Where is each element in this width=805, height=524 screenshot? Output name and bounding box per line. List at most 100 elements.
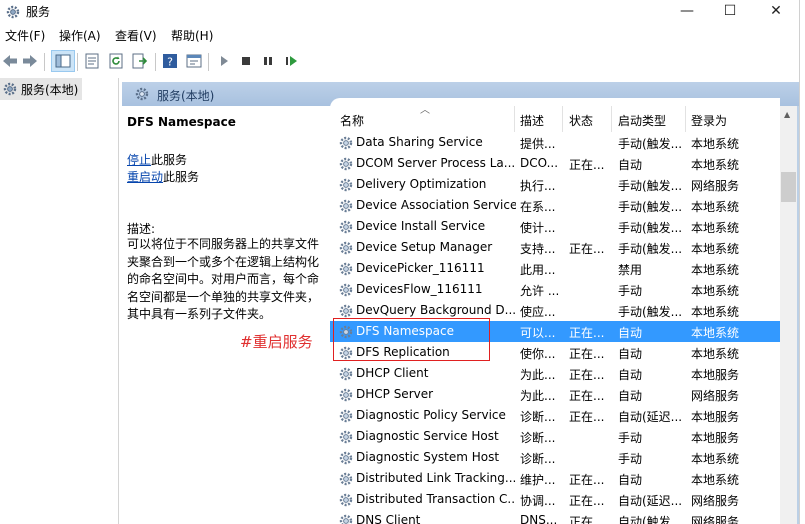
service-logon-cell: 本地系统: [691, 242, 740, 256]
service-desc-cell: DNS...: [520, 513, 558, 524]
service-name-cell: Device Install Service: [356, 219, 486, 233]
console-icon[interactable]: [184, 51, 204, 71]
close-button[interactable]: ✕: [753, 0, 799, 24]
export-list-icon[interactable]: [130, 51, 150, 71]
service-row[interactable]: DevicesFlow_116111 允许 ... 手动 本地系统: [330, 279, 780, 300]
service-startup-cell: 禁用: [618, 263, 643, 277]
service-logon-cell: 本地系统: [691, 263, 740, 277]
minimize-button[interactable]: —: [664, 0, 710, 24]
service-startup-cell: 手动: [618, 284, 643, 298]
stop-service-link[interactable]: 停止: [127, 153, 151, 167]
service-row[interactable]: Diagnostic Policy Service 诊断... 正在... 自动(延迟…: [330, 405, 780, 426]
service-name-cell: DCOM Server Process La...: [356, 156, 516, 170]
help-icon[interactable]: ?: [160, 51, 180, 71]
restart-service-link[interactable]: 重启动: [127, 170, 163, 184]
service-logon-cell: 本地系统: [691, 221, 740, 235]
tree-item-services-local[interactable]: 服务(本地): [0, 78, 82, 100]
service-gear-icon: [338, 282, 354, 298]
service-status-cell: 正在...: [569, 368, 605, 382]
column-divider[interactable]: [514, 106, 515, 132]
column-startup-type[interactable]: 启动类型: [618, 112, 666, 129]
service-name-cell: Device Setup Manager: [356, 240, 493, 254]
column-logon-as[interactable]: 登录为: [691, 112, 727, 129]
stop-service-icon[interactable]: [236, 51, 256, 71]
service-desc-cell: 诊断...: [520, 452, 556, 466]
vertical-scrollbar[interactable]: ▲: [780, 106, 797, 524]
column-divider[interactable]: [685, 106, 686, 132]
service-gear-icon: [338, 198, 354, 214]
menu-view[interactable]: 查看(V): [115, 27, 157, 44]
service-row[interactable]: Distributed Transaction C... 协调... 正在... 自动…: [330, 489, 780, 510]
start-service-icon[interactable]: [214, 51, 234, 71]
service-desc-cell: 执行...: [520, 179, 556, 193]
properties-icon[interactable]: [82, 51, 102, 71]
restart-suffix: 此服务: [163, 170, 200, 184]
service-name-cell: Diagnostic Policy Service: [356, 408, 506, 422]
service-startup-cell: 手动: [618, 452, 643, 466]
service-row[interactable]: DevicePicker_116111 此用... 禁用 本地系统: [330, 258, 780, 279]
service-logon-cell: 本地系统: [691, 347, 740, 361]
service-row[interactable]: Device Association Service 在系... 手动(触发... 本…: [330, 195, 780, 216]
service-row[interactable]: DNS Client DNS... 正在... 自动(触发... 网络服务: [330, 510, 780, 524]
column-divider[interactable]: [611, 106, 612, 132]
service-gear-icon: [338, 429, 354, 445]
sort-ascending-icon: ︿: [420, 105, 430, 116]
service-gear-icon: [338, 219, 354, 235]
column-name[interactable]: 名称: [340, 112, 364, 129]
service-startup-cell: 手动(触发...: [618, 179, 683, 193]
restart-service-icon[interactable]: [282, 51, 302, 71]
gear-icon: [3, 82, 17, 96]
service-desc-cell: 此用...: [520, 263, 556, 277]
service-row[interactable]: Distributed Link Tracking... 维护... 正在... 自动…: [330, 468, 780, 489]
service-name-cell: DevQuery Background D...: [356, 303, 516, 317]
background-window-edge: [799, 0, 805, 524]
service-desc-cell: 诊断...: [520, 431, 556, 445]
service-logon-cell: 本地系统: [691, 200, 740, 214]
show-tree-icon[interactable]: [51, 50, 75, 72]
stop-suffix: 此服务: [151, 153, 188, 167]
column-status[interactable]: 状态: [569, 112, 593, 129]
service-row[interactable]: Device Install Service 使计... 手动(触发... 本地系统: [330, 216, 780, 237]
service-status-cell: 正在...: [569, 158, 605, 172]
service-desc-cell: 在系...: [520, 200, 556, 214]
service-startup-cell: 手动(触发...: [618, 305, 683, 319]
service-row[interactable]: DCOM Server Process La... DCO... 正在... 自动 本地…: [330, 153, 780, 174]
service-gear-icon: [338, 366, 354, 382]
refresh-icon[interactable]: [106, 51, 126, 71]
service-row[interactable]: Data Sharing Service 提供... 手动(触发... 本地系统: [330, 132, 780, 153]
service-row[interactable]: DHCP Client 为此... 正在... 自动 本地服务: [330, 363, 780, 384]
service-logon-cell: 本地系统: [691, 158, 740, 172]
scroll-up-icon[interactable]: ▲: [784, 110, 790, 119]
service-startup-cell: 手动(触发...: [618, 200, 683, 214]
service-name-cell: DHCP Client: [356, 366, 429, 380]
menu-file[interactable]: 文件(F): [5, 27, 45, 44]
column-divider[interactable]: [562, 106, 563, 132]
service-desc-cell: 维护...: [520, 473, 556, 487]
service-row[interactable]: Delivery Optimization 执行... 手动(触发... 网络服务: [330, 174, 780, 195]
column-description[interactable]: 描述: [520, 112, 544, 129]
description-label: 描述:: [127, 222, 156, 236]
service-logon-cell: 本地系统: [691, 137, 740, 151]
service-name-cell: Data Sharing Service: [356, 135, 483, 149]
service-row[interactable]: Diagnostic System Host 诊断... 手动 本地系统: [330, 447, 780, 468]
menu-help[interactable]: 帮助(H): [171, 27, 213, 44]
stop-line: 停止此服务: [127, 151, 187, 168]
service-gear-icon: [338, 471, 354, 487]
service-logon-cell: 本地系统: [691, 473, 740, 487]
service-logon-cell: 本地服务: [691, 410, 740, 424]
service-row[interactable]: Device Setup Manager 支持... 正在... 手动(触发... 本地…: [330, 237, 780, 258]
menu-action[interactable]: 操作(A): [59, 27, 101, 44]
pause-service-icon[interactable]: [258, 51, 278, 71]
service-desc-cell: 可以...: [520, 326, 556, 340]
back-arrow-icon[interactable]: [0, 51, 20, 71]
toolbar-separator: [77, 53, 78, 71]
forward-arrow-icon[interactable]: [20, 51, 40, 71]
service-gear-icon: [338, 135, 354, 151]
service-row[interactable]: Diagnostic Service Host 诊断... 手动 本地服务: [330, 426, 780, 447]
service-logon-cell: 本地服务: [691, 368, 740, 382]
maximize-button[interactable]: ☐: [707, 0, 753, 24]
service-row[interactable]: DHCP Server 为此... 正在... 自动 网络服务: [330, 384, 780, 405]
service-gear-icon: [338, 240, 354, 256]
toolbar-separator: [44, 53, 45, 71]
scroll-thumb[interactable]: [781, 172, 796, 202]
